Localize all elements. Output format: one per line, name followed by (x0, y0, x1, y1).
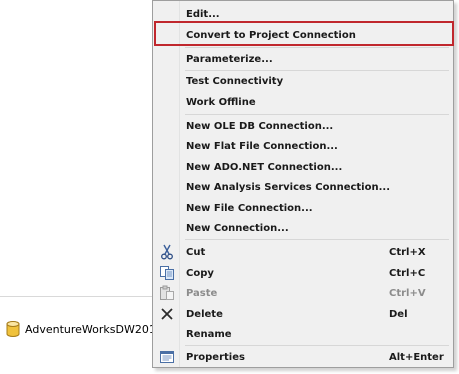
context-menu: Edit... Convert to Project Connection Pa… (152, 0, 454, 368)
menu-item-label: Copy (186, 267, 214, 279)
menu-item-label: New Analysis Services Connection... (186, 181, 390, 193)
menu-item-label: Convert to Project Connection (186, 29, 356, 41)
menu-item-shortcut: Alt+Enter (389, 351, 444, 363)
menu-item-shortcut: Ctrl+V (389, 287, 426, 299)
menu-item-label: Test Connectivity (186, 75, 284, 87)
menu-item-paste[interactable]: Paste Ctrl+V (153, 283, 453, 303)
menu-item-label: Paste (186, 287, 218, 299)
menu-item-shortcut: Del (389, 308, 408, 320)
menu-item-label: Properties (186, 351, 245, 363)
paste-icon (159, 285, 175, 301)
menu-item-label: New Flat File Connection... (186, 140, 338, 152)
menu-item-label: New ADO.NET Connection... (186, 161, 343, 173)
menu-item-label: Parameterize... (186, 53, 273, 65)
menu-item-label: Delete (186, 308, 223, 320)
menu-item-delete[interactable]: Delete Del (153, 304, 453, 324)
connection-managers-tray: AdventureWorksDW2012 (0, 296, 163, 374)
menu-item-copy[interactable]: Copy Ctrl+C (153, 263, 453, 283)
menu-item-label: New File Connection... (186, 202, 313, 214)
database-cylinder-icon (6, 321, 20, 337)
menu-item-cut[interactable]: Cut Ctrl+X (153, 242, 453, 262)
menu-item-shortcut: Ctrl+X (389, 246, 426, 258)
menu-item-label: Edit... (186, 8, 220, 20)
designer-surface (0, 0, 153, 296)
menu-item-label: Cut (186, 246, 206, 258)
menu-item-new-analysis-services-connection[interactable]: New Analysis Services Connection... (153, 177, 453, 197)
menu-item-new-file-connection[interactable]: New File Connection... (153, 198, 453, 218)
copy-icon (159, 265, 175, 281)
menu-item-work-offline[interactable]: Work Offline (153, 92, 453, 112)
menu-separator (185, 239, 449, 240)
menu-item-new-oledb-connection[interactable]: New OLE DB Connection... (153, 116, 453, 136)
menu-item-test-connectivity[interactable]: Test Connectivity (153, 71, 453, 91)
menu-separator (185, 114, 449, 115)
menu-separator (185, 47, 449, 48)
menu-item-label: New Connection... (186, 222, 289, 234)
menu-item-new-connection[interactable]: New Connection... (153, 218, 453, 238)
menu-item-convert-to-project-connection[interactable]: Convert to Project Connection (153, 25, 453, 45)
menu-item-properties[interactable]: Properties Alt+Enter (153, 347, 453, 367)
menu-item-label: New OLE DB Connection... (186, 120, 334, 132)
scissors-icon (159, 244, 175, 260)
delete-x-icon (159, 306, 175, 322)
menu-item-shortcut: Ctrl+C (389, 267, 426, 279)
menu-item-label: Rename (186, 328, 232, 340)
menu-item-edit[interactable]: Edit... (153, 4, 453, 24)
connection-manager-label: AdventureWorksDW2012 (25, 322, 163, 336)
menu-item-label: Work Offline (186, 96, 256, 108)
menu-item-rename[interactable]: Rename (153, 324, 453, 344)
menu-separator (185, 345, 449, 346)
menu-item-new-flat-file-connection[interactable]: New Flat File Connection... (153, 136, 453, 156)
menu-item-parameterize[interactable]: Parameterize... (153, 49, 453, 69)
connection-manager-item[interactable]: AdventureWorksDW2012 (6, 319, 163, 339)
properties-icon (159, 349, 175, 365)
menu-item-new-adonet-connection[interactable]: New ADO.NET Connection... (153, 157, 453, 177)
